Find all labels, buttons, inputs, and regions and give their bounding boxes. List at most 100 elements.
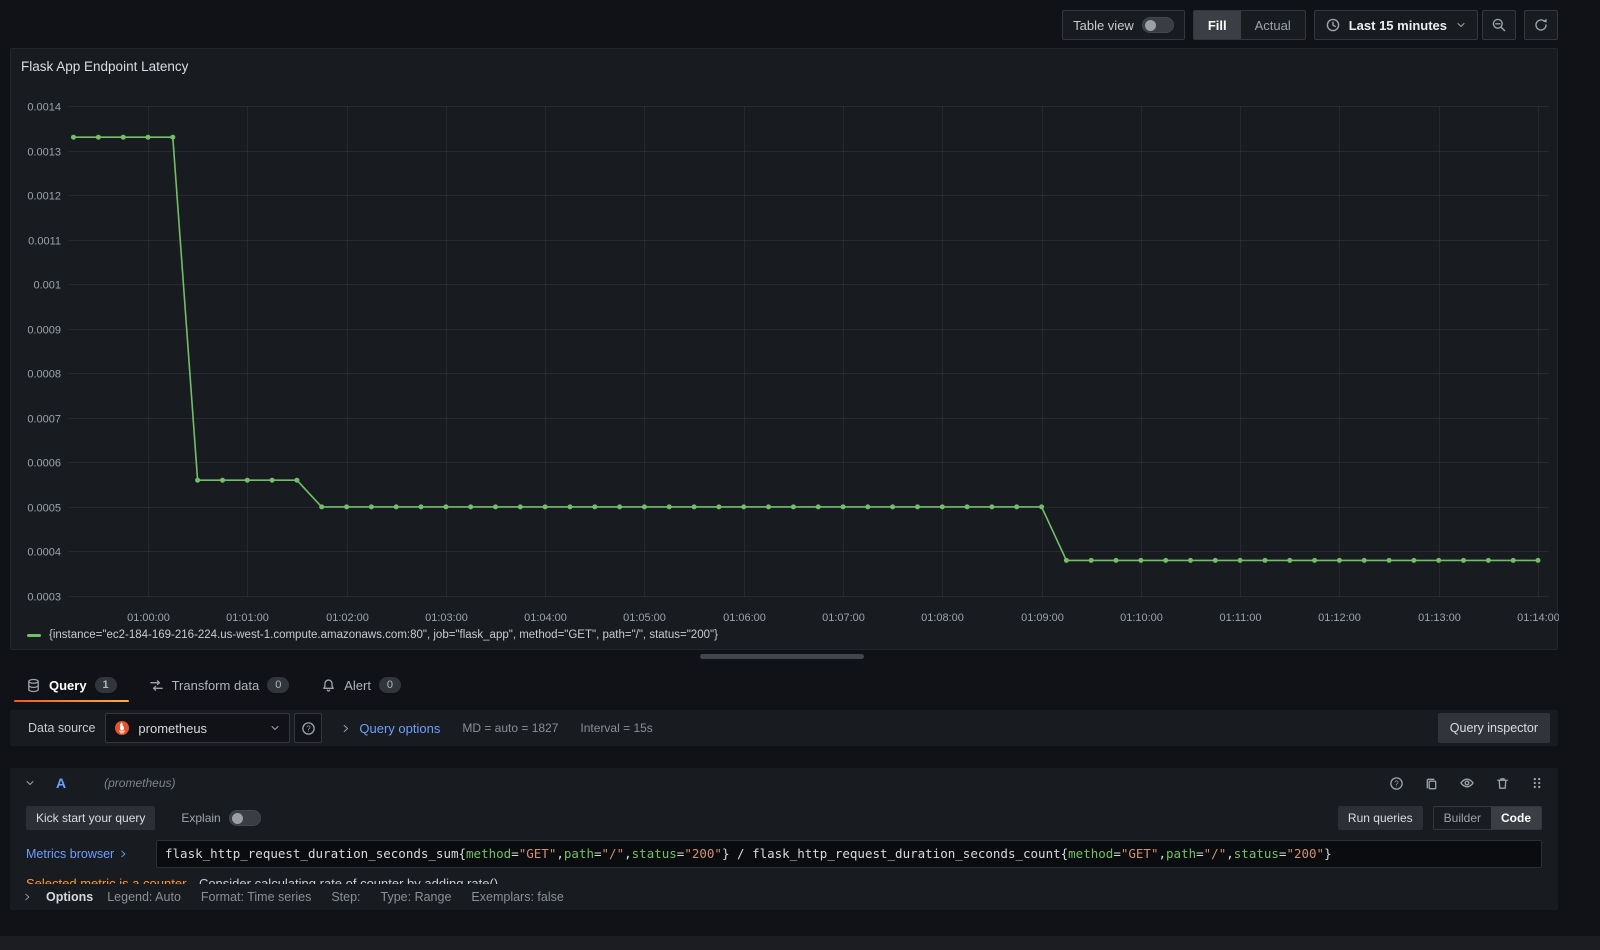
table-view-label: Table view	[1073, 17, 1134, 33]
svg-text:01:03:00: 01:03:00	[425, 612, 468, 624]
query-row-actions: ?	[1389, 775, 1544, 791]
explain-toggle[interactable]	[228, 810, 261, 826]
timeseries-panel: Flask App Endpoint Latency 0.0014 0.0013 0…	[10, 48, 1559, 651]
tab-alert[interactable]: Alert 0	[305, 668, 417, 702]
drag-grip-icon[interactable]	[1530, 776, 1544, 790]
svg-text:0.001: 0.001	[33, 280, 61, 292]
query-toolbar: Kick start your query Explain Run querie…	[26, 806, 1542, 830]
explain-label: Explain	[181, 811, 221, 825]
svg-text:0.0004: 0.0004	[27, 547, 61, 559]
svg-text:01:10:00: 01:10:00	[1120, 612, 1163, 624]
transform-icon	[149, 678, 164, 693]
option-format: Format: Time series	[200, 890, 312, 904]
chevron-down-icon	[269, 722, 281, 734]
metrics-browser-toggle[interactable]: Metrics browser	[26, 847, 150, 861]
datasource-name: prometheus	[138, 720, 208, 736]
kick-start-query-button[interactable]: Kick start your query	[26, 806, 156, 830]
time-range-picker[interactable]: Last 15 minutes	[1313, 10, 1478, 40]
svg-text:0.0005: 0.0005	[27, 503, 61, 515]
option-step: Step:	[331, 890, 361, 904]
tab-alert-count: 0	[378, 677, 401, 693]
chevron-right-icon	[22, 892, 32, 902]
bell-icon	[321, 678, 336, 693]
svg-text:0.0011: 0.0011	[28, 236, 61, 248]
svg-text:01:04:00: 01:04:00	[524, 612, 567, 624]
query-inspector-button[interactable]: Query inspector	[1437, 713, 1550, 743]
run-queries-button[interactable]: Run queries	[1337, 806, 1423, 830]
latency-chart[interactable]: 0.0014 0.0013 0.0012 0.0011 0.001 0.0009 0.000…	[11, 49, 1559, 651]
builder-button[interactable]: Builder	[1434, 807, 1491, 829]
zoom-out-icon	[1491, 17, 1507, 33]
datasource-help-button[interactable]: ?	[294, 713, 323, 743]
delete-query-icon[interactable]	[1495, 776, 1510, 791]
fill-button[interactable]: Fill	[1193, 11, 1241, 39]
svg-text:0.0012: 0.0012	[27, 191, 61, 203]
actual-button[interactable]: Actual	[1241, 11, 1305, 39]
toggle-visibility-icon[interactable]	[1459, 775, 1475, 791]
svg-text:?: ?	[306, 724, 311, 733]
option-type: Type: Range	[380, 890, 452, 904]
query-options-toggle[interactable]: Query options	[340, 721, 440, 736]
svg-text:?: ?	[1394, 779, 1399, 788]
tab-transform-label: Transform data	[171, 677, 260, 693]
datasource-picker[interactable]: prometheus	[105, 713, 291, 743]
option-exemplars: Exemplars: false	[471, 890, 564, 904]
tab-query-count: 1	[94, 677, 117, 693]
query-editor-row: Metrics browser flask_http_request_durat…	[26, 840, 1542, 868]
pane-resize-handle[interactable]	[700, 654, 864, 659]
collapse-chevron-icon[interactable]	[24, 777, 36, 789]
legend: {instance="ec2-184-169-216-224.us-west-1…	[27, 629, 718, 641]
explain-control: Explain	[181, 810, 261, 826]
svg-text:01:08:00: 01:08:00	[921, 612, 964, 624]
database-icon	[26, 678, 41, 693]
datasource-row: Data source prometheus ? Query options M…	[10, 710, 1558, 746]
query-datasource-hint: (prometheus)	[104, 776, 176, 790]
table-view-toggle[interactable]	[1141, 17, 1174, 33]
tab-transform-count: 0	[267, 677, 290, 693]
table-view-control: Table view	[1062, 10, 1185, 40]
top-toolbar: Table view Fill Actual Last 15 minutes	[1062, 10, 1558, 40]
tab-alert-label: Alert	[344, 677, 371, 693]
query-expression[interactable]: flask_http_request_duration_seconds_sum{…	[156, 840, 1542, 868]
code-button[interactable]: Code	[1491, 807, 1541, 829]
panel-title: Flask App Endpoint Latency	[21, 59, 189, 74]
interval-value: Interval = 15s	[580, 721, 653, 735]
tab-transform-data[interactable]: Transform data 0	[133, 668, 306, 702]
query-row-header[interactable]: A (prometheus) ?	[10, 768, 1558, 798]
svg-text:01:14:00: 01:14:00	[1517, 612, 1559, 624]
svg-text:01:05:00: 01:05:00	[623, 612, 666, 624]
svg-text:01:00:00: 01:00:00	[127, 612, 170, 624]
zoom-out-button[interactable]	[1482, 10, 1516, 40]
query-ref-id: A	[56, 775, 67, 791]
refresh-button[interactable]	[1524, 10, 1558, 40]
svg-text:01:09:00: 01:09:00	[1021, 612, 1064, 624]
chevron-down-icon	[1455, 19, 1467, 31]
svg-text:0.0007: 0.0007	[27, 414, 61, 426]
svg-text:01:02:00: 01:02:00	[326, 612, 369, 624]
svg-text:0.0009: 0.0009	[27, 325, 61, 337]
svg-text:0.0006: 0.0006	[27, 458, 61, 470]
svg-text:0.0013: 0.0013	[27, 147, 61, 159]
options-title: Options	[46, 890, 94, 904]
refresh-icon	[1533, 17, 1549, 33]
legend-series-swatch	[27, 633, 41, 637]
tab-query[interactable]: Query 1	[10, 668, 133, 702]
query-options-summary-row[interactable]: Options Legend: Auto Format: Time series…	[10, 884, 1558, 910]
horizontal-scrollbar[interactable]	[0, 936, 1600, 950]
chevron-right-icon	[118, 849, 128, 859]
time-range-label: Last 15 minutes	[1348, 17, 1447, 33]
svg-text:01:12:00: 01:12:00	[1318, 612, 1361, 624]
query-editor-card: A (prometheus) ? Kick start your query E…	[10, 768, 1558, 901]
metrics-browser-label: Metrics browser	[26, 847, 115, 861]
builder-code-group: Builder Code	[1432, 806, 1542, 830]
duplicate-query-icon[interactable]	[1424, 776, 1439, 791]
svg-text:0.0008: 0.0008	[27, 369, 61, 381]
max-data-points-value: MD = auto = 1827	[462, 721, 559, 735]
svg-text:01:07:00: 01:07:00	[822, 612, 865, 624]
svg-text:01:11:00: 01:11:00	[1219, 612, 1261, 624]
legend-series-label[interactable]: {instance="ec2-184-169-216-224.us-west-1…	[49, 629, 718, 641]
query-help-icon[interactable]: ?	[1389, 776, 1404, 791]
svg-text:0.0014: 0.0014	[27, 102, 61, 114]
query-toolbar-right: Run queries Builder Code	[1337, 806, 1542, 830]
editor-tabs: Query 1 Transform data 0 Alert 0	[10, 668, 417, 702]
